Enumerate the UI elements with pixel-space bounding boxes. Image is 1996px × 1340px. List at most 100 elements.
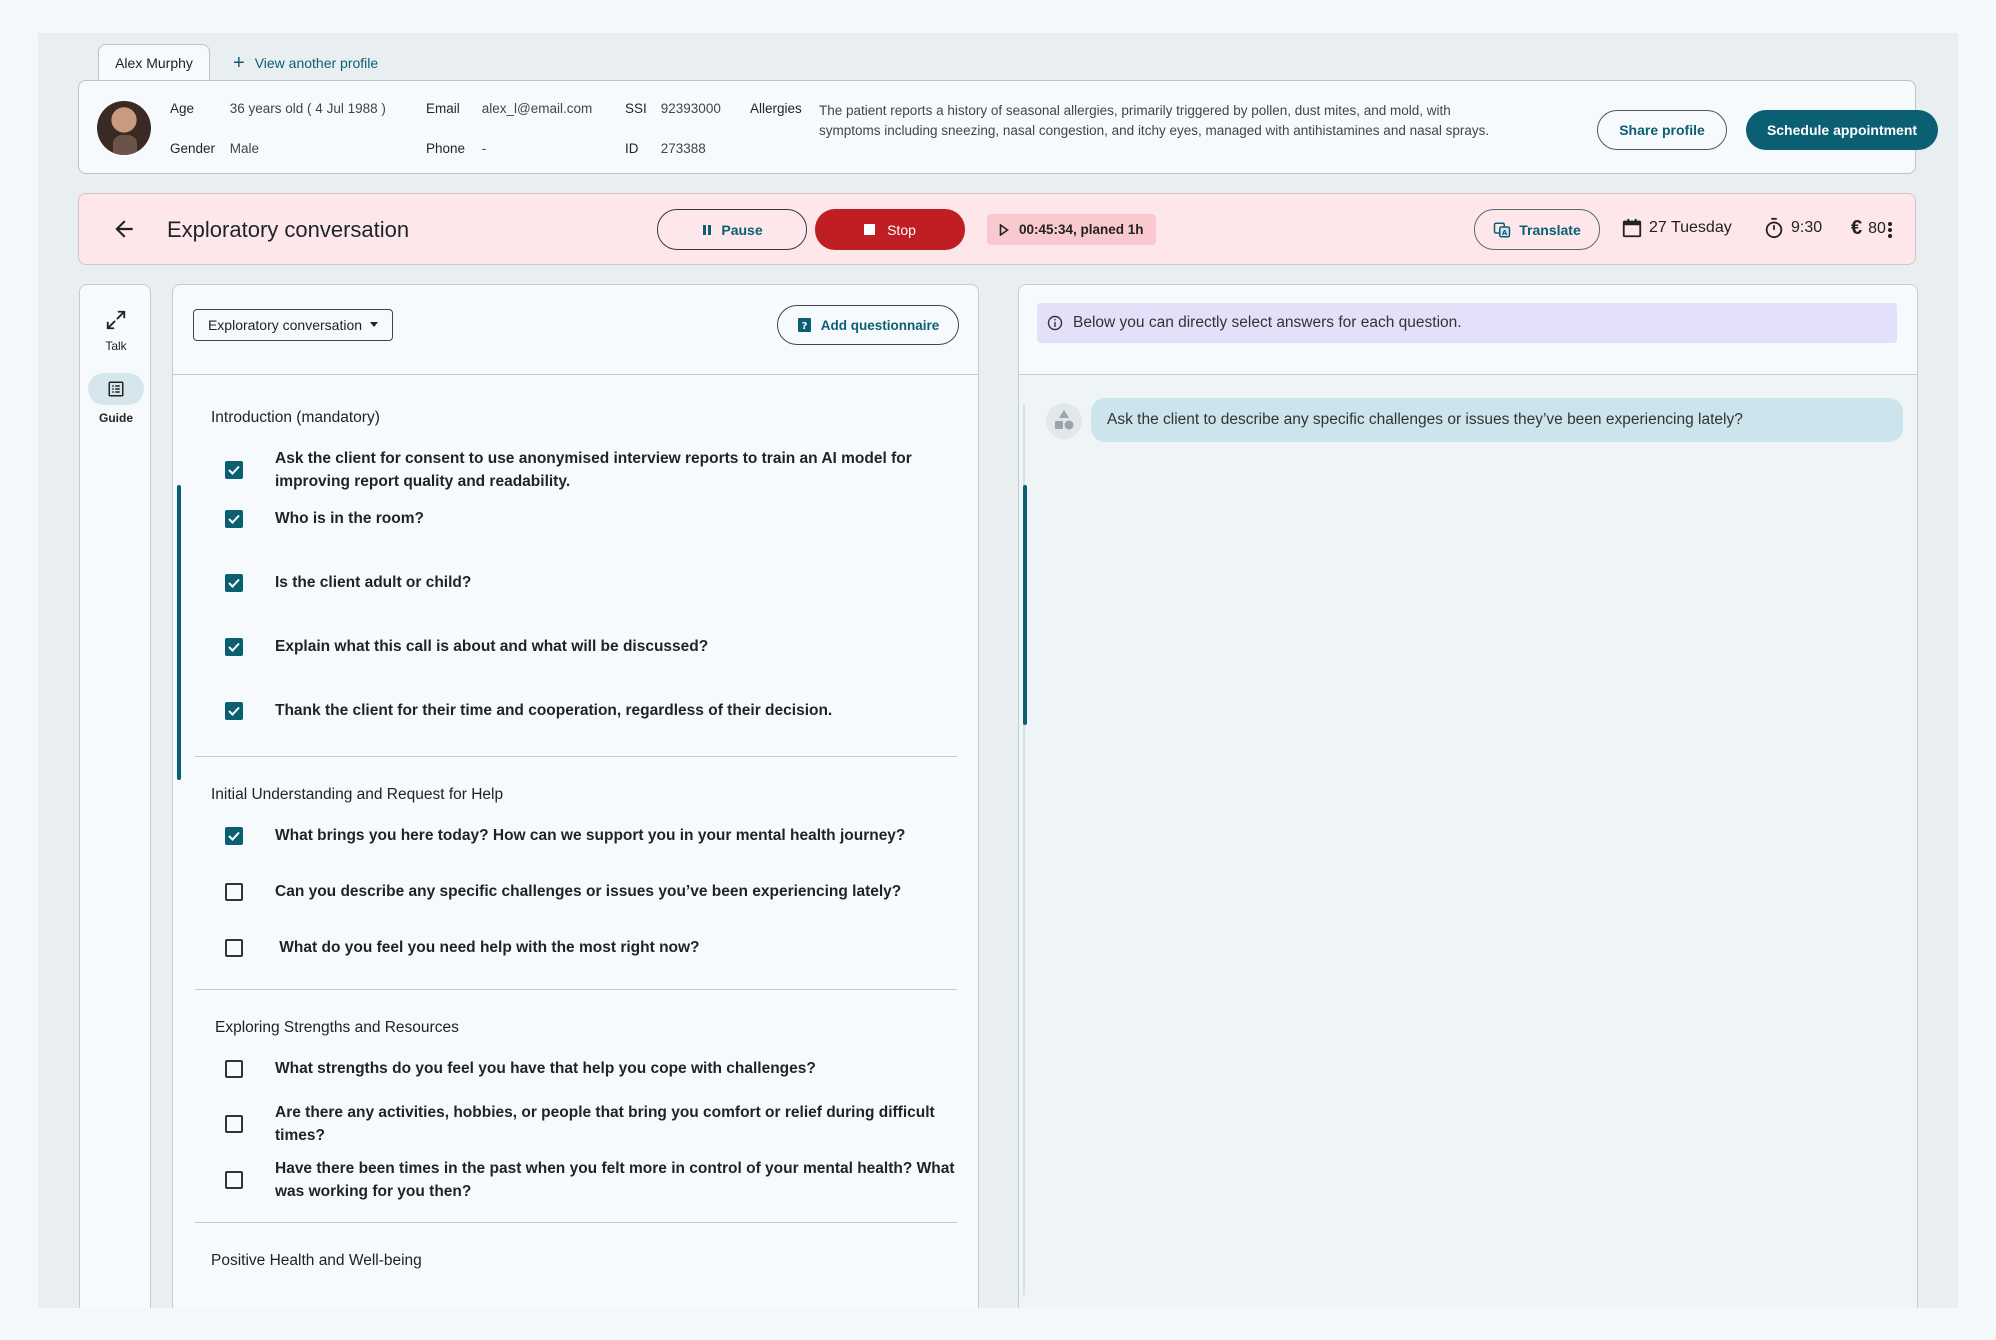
left-rail: Talk Guide <box>79 284 151 1308</box>
stop-button[interactable]: Stop <box>815 209 965 250</box>
question-text: Explain what this call is about and what… <box>275 638 709 655</box>
pause-label: Pause <box>721 221 763 238</box>
email-field: Email alex_l@email.com <box>426 101 592 116</box>
id-value: 273388 <box>660 141 706 156</box>
translate-button[interactable]: A Translate <box>1474 209 1600 250</box>
calendar-icon <box>1622 218 1642 238</box>
assistant-message[interactable]: Ask the client to describe any specific … <box>1091 398 1903 442</box>
profile-tab-label: Alex Murphy <box>115 55 193 71</box>
profile-tab-active[interactable]: Alex Murphy <box>98 44 210 81</box>
question-item[interactable]: Are there any activities, hobbies, or pe… <box>225 1101 965 1147</box>
section-title: Initial Understanding and Request for He… <box>211 786 504 803</box>
chat-header: Below you can directly select answers fo… <box>1019 285 1917 375</box>
allergies-value: The patient reports a history of seasona… <box>819 103 1490 138</box>
view-another-profile-label: View another profile <box>254 55 379 71</box>
question-item[interactable]: Thank the client for their time and coop… <box>225 699 965 722</box>
age-field: Age 36 years old ( 4 Jul 1988 ) <box>170 101 386 116</box>
rail-item-guide[interactable]: Guide <box>80 373 152 425</box>
price-text: 80 <box>1868 219 1886 237</box>
checkbox-checked[interactable] <box>225 573 243 592</box>
gender-field: Gender Male <box>170 141 259 156</box>
list-icon <box>108 381 124 397</box>
date-text: 27 Tuesday <box>1649 219 1732 236</box>
view-another-profile-button[interactable]: + View another profile <box>233 51 378 75</box>
more-options-icon[interactable] <box>1887 216 1893 244</box>
age-label: Age <box>170 101 195 116</box>
session-bar: Exploratory conversation Pause Stop 00:4… <box>78 193 1916 265</box>
rail-item-talk[interactable]: Talk <box>80 309 152 353</box>
questionnaire-icon: ? <box>797 318 811 332</box>
back-arrow-icon[interactable] <box>111 216 137 242</box>
pause-button[interactable]: Pause <box>657 209 807 250</box>
question-item[interactable]: Is the client adult or child? <box>225 571 965 594</box>
question-item[interactable]: Who is in the room? <box>225 507 965 530</box>
question-item[interactable]: What strengths do you feel you have that… <box>225 1057 965 1080</box>
stop-label: Stop <box>887 221 916 238</box>
plus-icon: + <box>233 52 245 74</box>
stop-icon <box>864 224 876 235</box>
ssi-label: SSI <box>625 101 647 116</box>
checkbox-unchecked[interactable] <box>225 1115 243 1133</box>
question-item[interactable]: Have there been times in the past when y… <box>225 1157 965 1203</box>
question-text: Ask the client for consent to use anonym… <box>275 450 912 490</box>
age-value: 36 years old ( 4 Jul 1988 ) <box>229 101 386 116</box>
checkbox-checked[interactable] <box>225 509 243 528</box>
email-value: alex_l@email.com <box>481 101 593 116</box>
question-item[interactable]: Can you describe any specific challenges… <box>225 880 965 903</box>
question-text: Who is in the room? <box>275 510 424 527</box>
pause-icon <box>703 224 712 235</box>
question-item[interactable]: What brings you here today? How can we s… <box>225 824 965 847</box>
question-text: Are there any activities, hobbies, or pe… <box>275 1104 935 1144</box>
gender-label: Gender <box>170 141 216 156</box>
checkbox-unchecked[interactable] <box>225 882 243 901</box>
info-text: Below you can directly select answers fo… <box>1073 314 1462 331</box>
phone-label: Phone <box>426 141 466 156</box>
section-divider <box>195 989 957 990</box>
conversation-type-value: Exploratory conversation <box>207 317 363 333</box>
assistant-message-text: Ask the client to describe any specific … <box>1107 411 1743 428</box>
section-title: Exploring Strengths and Resources <box>215 1019 459 1036</box>
checkbox-checked[interactable] <box>225 826 243 845</box>
question-item[interactable]: What do you feel you need help with the … <box>225 936 965 959</box>
question-text: Can you describe any specific challenges… <box>275 883 902 900</box>
id-label: ID <box>625 141 639 156</box>
checkbox-unchecked[interactable] <box>225 938 243 957</box>
assistant-avatar <box>1046 403 1082 439</box>
section-divider <box>195 1222 957 1223</box>
question-text: What do you feel you need help with the … <box>275 939 700 956</box>
phone-field: Phone - <box>426 141 486 156</box>
profile-card: Age 36 years old ( 4 Jul 1988 ) Gender M… <box>78 80 1938 174</box>
share-profile-label: Share profile <box>1619 122 1705 138</box>
allergies-label: Allergies <box>750 101 802 116</box>
dropdown-caret-icon <box>370 322 379 327</box>
schedule-appointment-button[interactable]: Schedule appointment <box>1746 110 1938 150</box>
rail-guide-label: Guide <box>98 411 133 425</box>
session-timer: 00:45:34, planed 1h <box>987 214 1156 245</box>
share-profile-button[interactable]: Share profile <box>1597 110 1727 150</box>
shapes-icon <box>1055 410 1074 430</box>
conversation-type-select[interactable]: Exploratory conversation <box>193 309 393 341</box>
chat-scroll-indicator[interactable] <box>1023 485 1027 725</box>
checkbox-checked[interactable] <box>225 461 243 479</box>
rail-talk-label: Talk <box>105 339 127 353</box>
ssi-value: 92393000 <box>660 101 721 116</box>
question-text: Have there been times in the past when y… <box>275 1160 955 1200</box>
checkbox-checked[interactable] <box>225 701 243 720</box>
app-window: Alex Murphy + View another profile Age 3… <box>38 33 1958 1308</box>
ssi-field: SSI 92393000 <box>625 101 721 116</box>
question-item[interactable]: Ask the client for consent to use anonym… <box>225 447 965 493</box>
avatar <box>97 101 151 155</box>
checkbox-unchecked[interactable] <box>225 1171 243 1189</box>
guide-pill <box>88 373 144 405</box>
question-item[interactable]: Explain what this call is about and what… <box>225 635 965 658</box>
add-questionnaire-button[interactable]: ? Add questionnaire <box>777 305 959 345</box>
chat-panel: Below you can directly select answers fo… <box>1018 284 1918 1308</box>
checkbox-unchecked[interactable] <box>225 1059 243 1078</box>
play-icon <box>999 223 1009 236</box>
scroll-indicator[interactable] <box>177 485 181 780</box>
id-field: ID 273388 <box>625 141 706 156</box>
question-text: Thank the client for their time and coop… <box>275 702 833 719</box>
checkbox-checked[interactable] <box>225 637 243 656</box>
session-title: Exploratory conversation <box>167 217 410 242</box>
section-title: Positive Health and Well-being <box>211 1252 422 1269</box>
